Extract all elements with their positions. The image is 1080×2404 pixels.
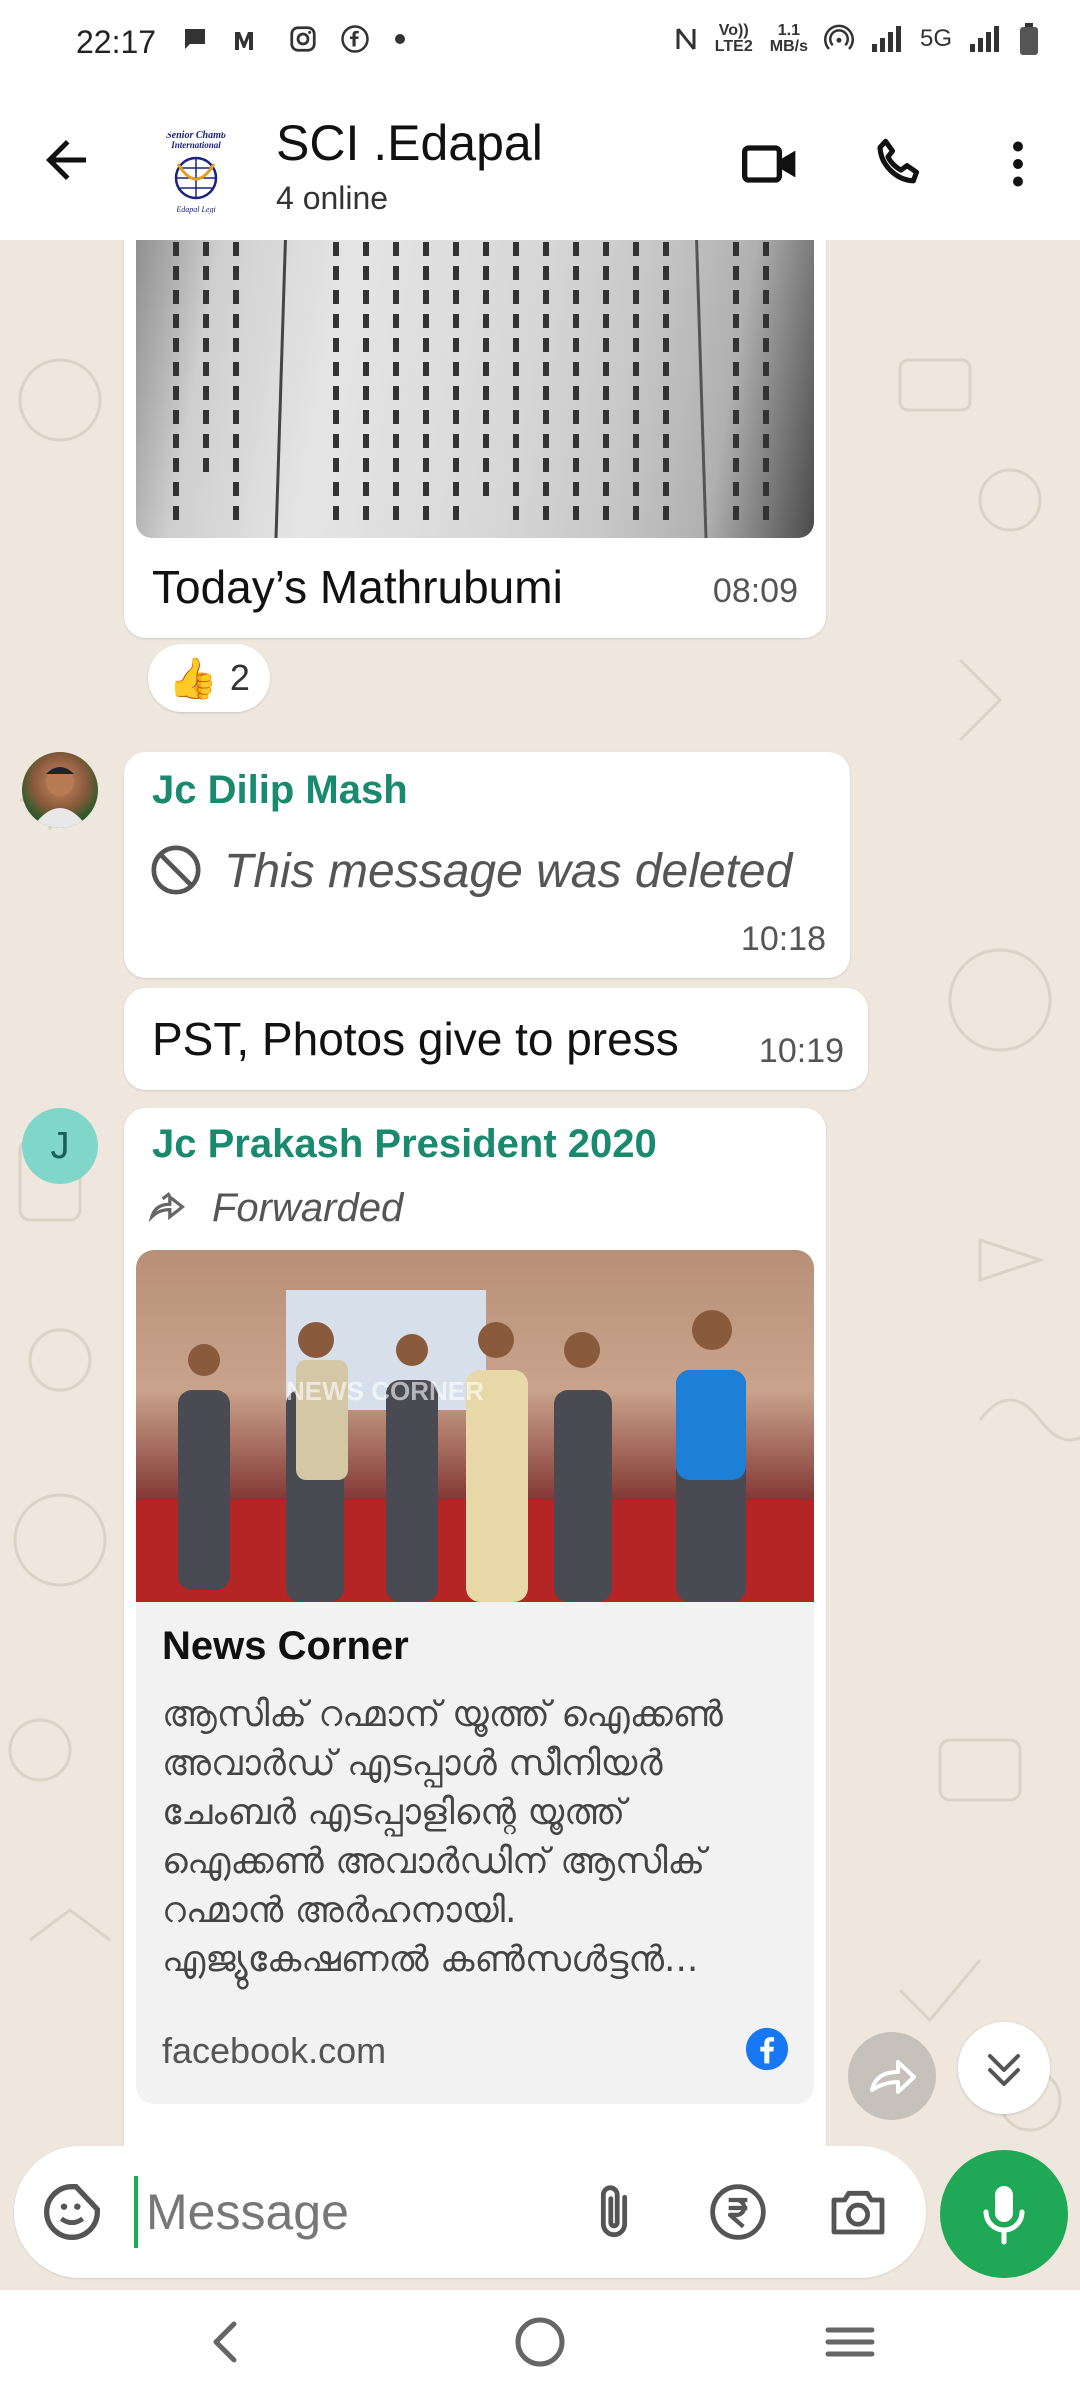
battery-icon xyxy=(1020,23,1038,55)
scroll-to-bottom-button[interactable] xyxy=(958,2022,1050,2114)
nav-recents-button[interactable] xyxy=(818,2310,882,2374)
network-speed-unit: MB/s xyxy=(769,38,808,55)
blocked-icon xyxy=(151,845,201,895)
phone-icon xyxy=(877,138,920,184)
preview-description: ആസിക് റഹ്മാന് യൂത്ത് ഐക്കൺ അവാർഡ് എടപ്പാ… xyxy=(162,1694,724,1980)
preview-image[interactable]: NEWS CORNER xyxy=(136,1250,814,1602)
share-forward-icon xyxy=(870,2060,916,2094)
instagram-icon xyxy=(290,26,316,52)
chat-title[interactable]: SCI .Edapal xyxy=(276,114,543,172)
volte-label: Vo)) LTE2 xyxy=(714,22,753,55)
nav-home-button[interactable] xyxy=(508,2310,572,2374)
network-type: 5G xyxy=(919,25,952,52)
forward-button[interactable] xyxy=(848,2032,936,2120)
network-speed: 1.1 MB/s xyxy=(770,23,808,55)
sender-name[interactable]: Jc Dilip Mash xyxy=(152,768,408,813)
video-call-button[interactable] xyxy=(738,132,802,196)
group-avatar[interactable]: Senior Chamb International Edapal Legi xyxy=(150,124,242,216)
nav-back-button[interactable] xyxy=(196,2310,256,2374)
link-preview-card[interactable]: NEWS CORNER News Corner ആസിക് റഹ്മാന് യൂ… xyxy=(136,1250,814,2104)
message-composer xyxy=(14,2146,926,2278)
voice-call-button[interactable] xyxy=(868,132,932,196)
status-time: 22:17 xyxy=(76,24,157,60)
hotspot-icon xyxy=(824,24,854,50)
reaction-count: 2 xyxy=(229,657,250,698)
more-vertical-icon xyxy=(1013,141,1023,187)
award-photo-icon: NEWS CORNER xyxy=(136,1290,814,1602)
emoji-sticker-button[interactable] xyxy=(40,2180,104,2244)
chat-bubble-icon xyxy=(185,29,205,49)
home-circle-icon xyxy=(515,2317,565,2367)
network-speed-value: 1.1 xyxy=(777,22,800,39)
sender-initial: J xyxy=(50,1124,70,1167)
sender-avatar[interactable] xyxy=(22,752,98,828)
online-status: 4 online xyxy=(276,180,389,216)
voice-message-button[interactable] xyxy=(940,2150,1068,2278)
chevron-left-icon xyxy=(213,2321,237,2363)
nfc-icon xyxy=(676,28,696,50)
image-caption: Today’s Mathrubumi xyxy=(152,561,563,613)
message-bubble-text[interactable]: PST, Photos give to press 10:19 xyxy=(124,988,868,1090)
arrow-left-icon xyxy=(46,140,86,180)
sender-avatar-initial[interactable]: J xyxy=(22,1108,98,1184)
sender-name[interactable]: Jc Prakash President 2020 xyxy=(152,1122,657,1167)
dot-icon xyxy=(395,34,405,44)
chat-header: Senior Chamb International Edapal Legi S… xyxy=(0,88,1080,240)
sci-logo-icon: Senior Chamb International Edapal Legi xyxy=(166,130,226,214)
forward-arrow-icon xyxy=(148,1192,186,1223)
forwarded-label: Forwarded xyxy=(212,1186,404,1230)
video-camera-icon xyxy=(742,145,796,183)
back-button[interactable] xyxy=(36,130,96,190)
message-bubble-deleted[interactable]: Jc Dilip Mash This message was deleted 1… xyxy=(124,752,850,978)
svg-text:Edapal Legi: Edapal Legi xyxy=(175,205,215,214)
newspaper-image[interactable] xyxy=(136,240,814,538)
camera-button[interactable] xyxy=(826,2180,890,2244)
sticker-smiley-icon xyxy=(44,2184,100,2240)
message-time: 10:18 xyxy=(740,920,826,958)
paperclip-icon xyxy=(600,2185,628,2237)
preview-title: News Corner xyxy=(162,1624,409,1668)
attach-button[interactable] xyxy=(582,2180,646,2244)
reaction-chip[interactable]: 👍 2 xyxy=(148,644,270,712)
signal-icon-2 xyxy=(970,26,999,52)
person-photo-icon xyxy=(32,767,88,828)
facebook-icon xyxy=(745,2027,789,2071)
svg-text:International: International xyxy=(170,140,221,150)
system-icons: Vo)) LTE2 1.1 MB/s 5G xyxy=(674,22,1040,56)
image-watermark: NEWS CORNER xyxy=(286,1376,484,1406)
message-time: 10:19 xyxy=(758,1032,844,1070)
notification-icons xyxy=(180,24,408,54)
m-app-icon xyxy=(235,32,253,50)
newspaper-text-icon xyxy=(173,240,769,538)
menu-lines-icon xyxy=(825,2327,875,2357)
message-text: PST, Photos give to press xyxy=(152,1013,679,1065)
message-bubble-image[interactable]: Today’s Mathrubumi 08:09 xyxy=(124,240,826,638)
status-bar: 22:17 Vo)) LTE2 1.1 MB/s 5G xyxy=(0,0,1080,88)
rupee-icon xyxy=(710,2184,766,2240)
system-navigation-bar xyxy=(0,2290,1080,2404)
camera-icon xyxy=(831,2190,885,2235)
more-options-button[interactable] xyxy=(988,132,1048,196)
double-chevron-down-icon xyxy=(988,2054,1020,2086)
deleted-message-text: This message was deleted xyxy=(224,845,793,898)
payment-button[interactable] xyxy=(706,2180,770,2244)
message-bubble-link[interactable]: Jc Prakash President 2020 Forwarded NEWS… xyxy=(124,1108,826,2146)
facebook-messenger-icon xyxy=(341,25,369,53)
thumbs-up-icon: 👍 xyxy=(168,656,218,701)
preview-domain: facebook.com xyxy=(162,2030,387,2071)
signal-icon xyxy=(871,26,901,52)
message-time: 08:09 xyxy=(712,572,798,610)
message-input[interactable] xyxy=(134,2176,554,2248)
microphone-icon xyxy=(983,2186,1025,2245)
chat-area[interactable]: Today’s Mathrubumi 08:09 👍 2 Jc Dilip Ma… xyxy=(0,240,1080,2146)
